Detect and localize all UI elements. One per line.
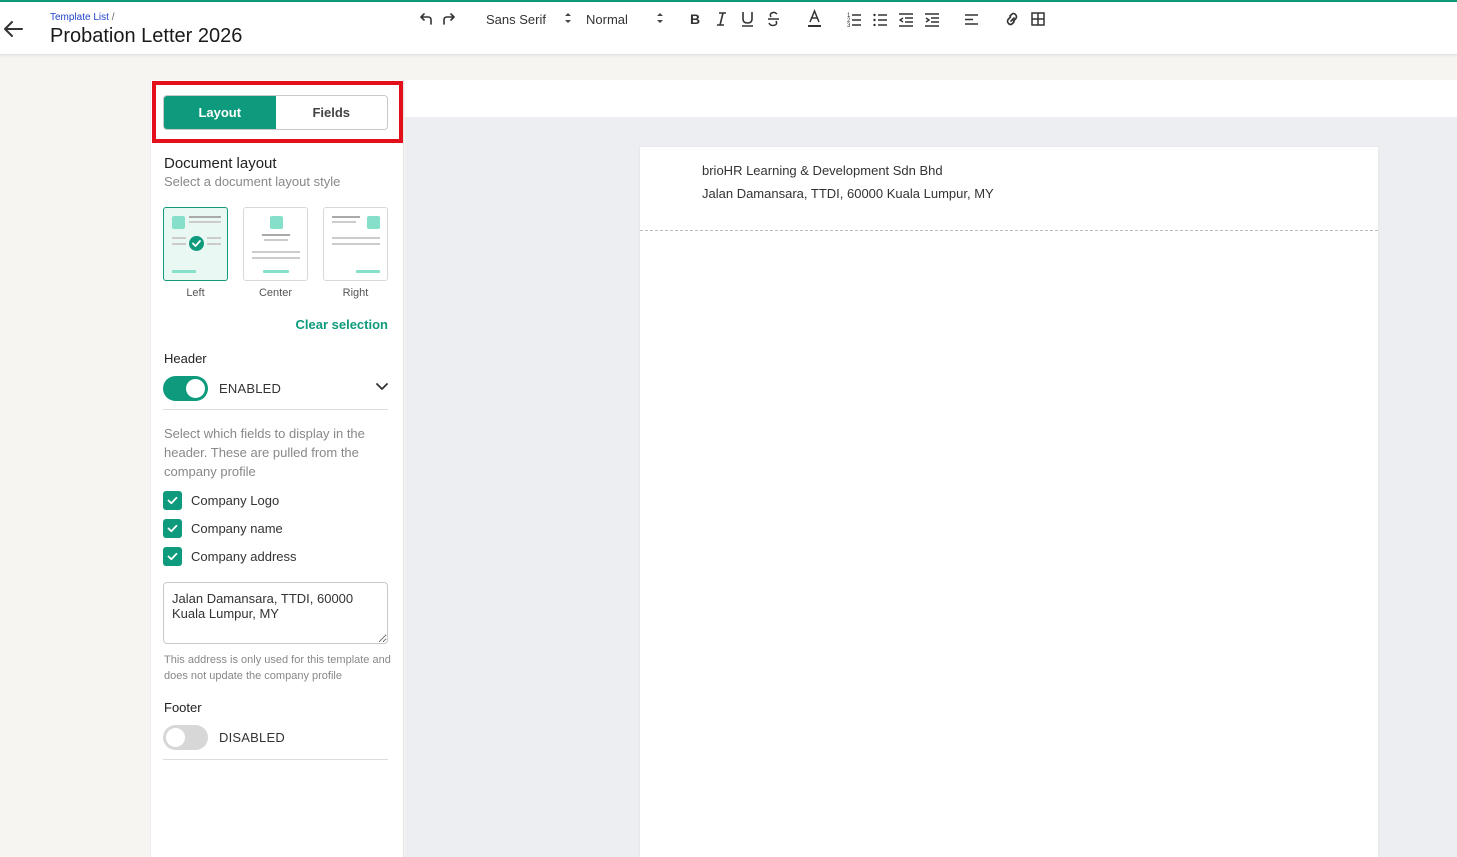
- bold-icon[interactable]: B: [689, 9, 702, 29]
- indent-icon[interactable]: [925, 9, 939, 29]
- document-layout-title: Document layout: [164, 155, 277, 172]
- page-header: Template List / Probation Letter 2026: [0, 2, 1457, 55]
- header-toggle-state: ENABLED: [219, 381, 282, 396]
- check-circle-icon: [189, 236, 204, 251]
- logo-placeholder-icon: [172, 216, 185, 229]
- font-size-select[interactable]: Normal: [586, 9, 628, 29]
- document-header-divider: [640, 230, 1378, 231]
- checkbox-company-name[interactable]: Company name: [163, 519, 283, 538]
- layout-option-left-label: Left: [186, 287, 205, 299]
- select-caret-icon[interactable]: [564, 10, 572, 26]
- header-help-text: Select which fields to display in the he…: [164, 426, 365, 479]
- breadcrumb-template-list-link[interactable]: Template List: [50, 12, 109, 23]
- link-icon[interactable]: [1005, 9, 1019, 29]
- layout-option-right-label: Right: [342, 287, 369, 299]
- address-note: This address is only used for this templ…: [164, 654, 391, 682]
- document-page[interactable]: [640, 147, 1378, 857]
- tab-fields[interactable]: Fields: [275, 96, 387, 129]
- header-divider: [163, 409, 388, 410]
- redo-icon[interactable]: [442, 9, 455, 29]
- logo-placeholder-icon: [367, 216, 380, 229]
- font-size-value: Normal: [586, 11, 628, 27]
- checkbox-company-logo[interactable]: Company Logo: [163, 491, 279, 510]
- font-family-value: Sans Serif: [486, 11, 546, 27]
- text-color-icon[interactable]: [808, 9, 821, 29]
- chevron-down-icon[interactable]: [375, 382, 389, 392]
- logo-placeholder-icon: [270, 216, 283, 229]
- ordered-list-icon[interactable]: 1 2 3: [847, 9, 861, 29]
- bullet-list-icon[interactable]: [873, 9, 887, 29]
- page-title: Probation Letter 2026: [50, 25, 243, 47]
- checkbox-label: Company address: [191, 549, 297, 564]
- company-address-input[interactable]: Jalan Damansara, TTDI, 60000 Kuala Lumpu…: [163, 582, 388, 644]
- header-section-label: Header: [164, 351, 207, 366]
- clear-selection-link[interactable]: Clear selection: [288, 317, 389, 332]
- footer-section-label: Footer: [164, 700, 202, 715]
- header-toggle[interactable]: [163, 376, 208, 401]
- checkbox-checked-icon: [163, 519, 182, 538]
- underline-icon[interactable]: [741, 9, 754, 29]
- document-company-address: Jalan Damansara, TTDI, 60000 Kuala Lumpu…: [702, 186, 994, 201]
- checkbox-checked-icon: [163, 547, 182, 566]
- svg-text:B: B: [690, 11, 700, 27]
- layout-option-left[interactable]: [163, 207, 228, 281]
- layout-option-center-label: Center: [258, 287, 293, 299]
- select-caret-icon[interactable]: [656, 10, 664, 26]
- layout-option-right[interactable]: [323, 207, 388, 281]
- table-icon[interactable]: [1031, 9, 1045, 29]
- document-layout-subtitle: Select a document layout style: [164, 174, 341, 189]
- back-arrow-icon[interactable]: [2, 18, 24, 40]
- checkbox-label: Company name: [191, 521, 283, 536]
- document-company-name: brioHR Learning & Development Sdn Bhd: [702, 163, 943, 178]
- italic-icon[interactable]: [716, 9, 727, 29]
- footer-toggle[interactable]: [163, 725, 208, 750]
- svg-text:3: 3: [847, 23, 851, 29]
- strikethrough-icon[interactable]: [767, 9, 780, 29]
- checkbox-company-address[interactable]: Company address: [163, 547, 297, 566]
- font-family-select[interactable]: Sans Serif: [486, 9, 546, 29]
- checkbox-checked-icon: [163, 491, 182, 510]
- editor-toolbar: [405, 80, 1457, 117]
- outdent-icon[interactable]: [899, 9, 913, 29]
- footer-toggle-state: DISABLED: [219, 730, 285, 745]
- tab-layout[interactable]: Layout: [164, 96, 276, 129]
- checkbox-label: Company Logo: [191, 493, 280, 508]
- sidebar-tabs: Layout Fields: [163, 95, 388, 130]
- breadcrumb: Template List /: [50, 12, 114, 23]
- undo-icon[interactable]: [420, 9, 433, 29]
- footer-divider: [163, 759, 388, 760]
- layout-option-center[interactable]: [243, 207, 308, 281]
- breadcrumb-separator: /: [111, 12, 115, 23]
- align-left-icon[interactable]: [965, 9, 978, 29]
